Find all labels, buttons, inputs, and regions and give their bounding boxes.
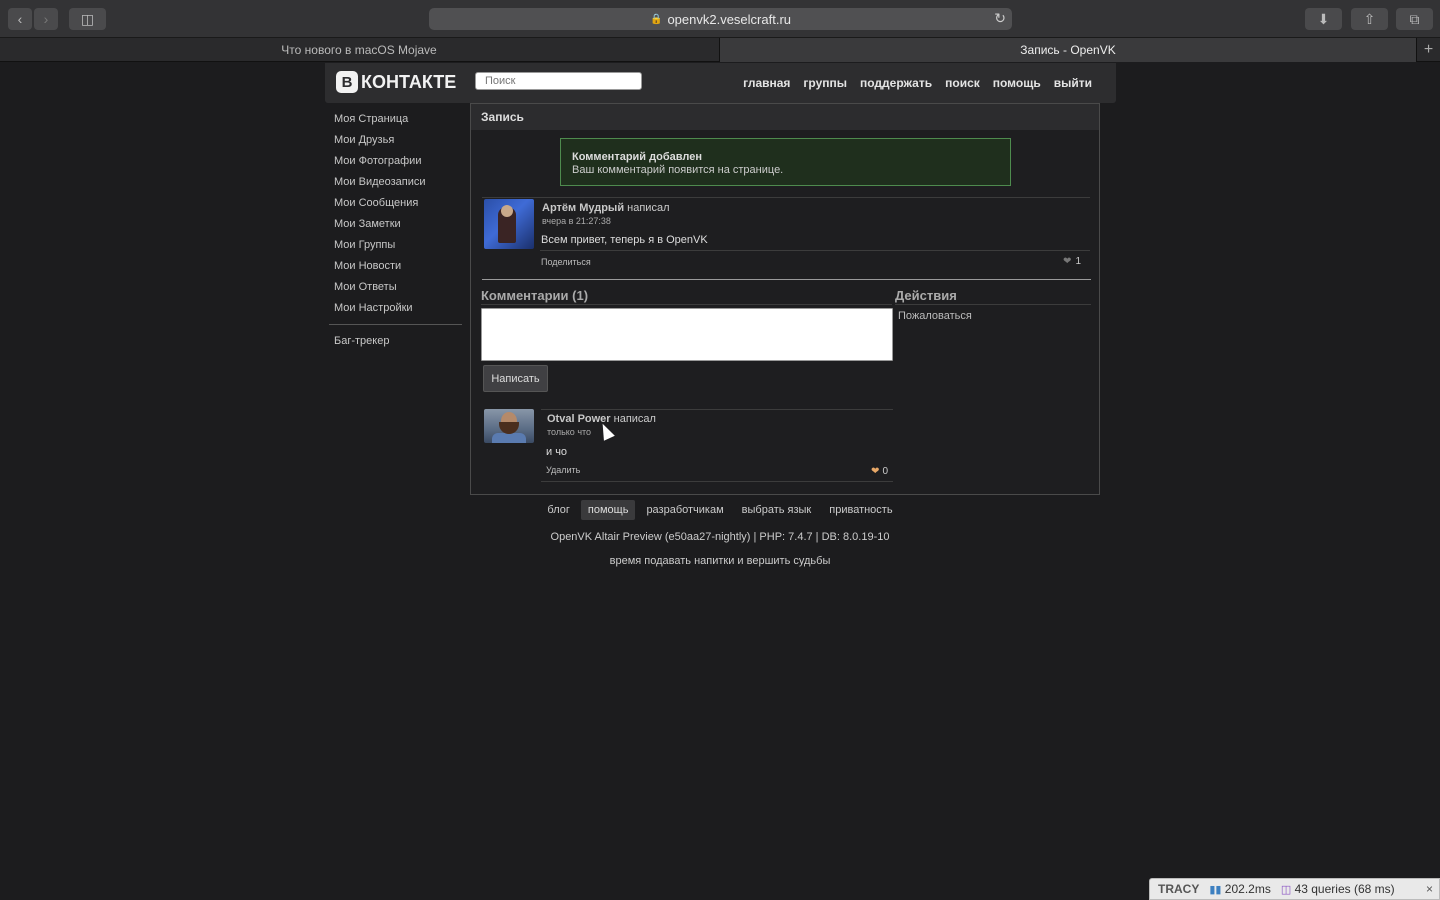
comment-textarea[interactable] — [481, 308, 893, 361]
url-text: openvk2.veselcraft.ru — [667, 11, 792, 27]
post-footer: Поделиться ❤ 1 — [540, 250, 1090, 270]
sidebar-item-settings[interactable]: Мои Настройки — [334, 300, 464, 321]
site-logo[interactable]: В КОНТАКТЕ — [336, 71, 456, 93]
reload-icon[interactable]: ↻ — [994, 10, 1006, 27]
heart-icon: ❤ — [871, 466, 880, 477]
wall-post: Артём Мудрый написал вчера в 21:27:38 Вс… — [482, 197, 1090, 269]
footer-link-privacy[interactable]: приватность — [822, 500, 899, 520]
comment-date[interactable]: только что — [547, 427, 591, 437]
sidebar-item-groups[interactable]: Мои Группы — [334, 237, 464, 258]
sidebar-item-news[interactable]: Мои Новости — [334, 258, 464, 279]
tracy-queries[interactable]: ◫ 43 queries (68 ms) — [1281, 882, 1395, 896]
footer-link-blog[interactable]: блог — [540, 500, 576, 520]
success-notice: Комментарий добавлен Ваш комментарий поя… — [560, 138, 1011, 186]
footer-link-developers[interactable]: разработчикам — [639, 500, 730, 520]
actions-heading: Действия — [895, 288, 957, 303]
page-title: Запись — [471, 104, 1099, 130]
report-link[interactable]: Пожаловаться — [898, 310, 972, 322]
lock-icon: 🔒 — [649, 13, 663, 25]
tabs-icon: ⧉ — [1409, 10, 1420, 27]
share-icon: ⇧ — [1363, 10, 1376, 27]
back-button[interactable]: ‹ — [8, 8, 32, 30]
post-date[interactable]: вчера в 21:27:38 — [542, 216, 611, 226]
nav-search[interactable]: поиск — [945, 76, 980, 90]
comment-like-count: 0 — [882, 466, 888, 477]
chart-icon: ▮▮ — [1209, 884, 1222, 896]
sidebar: Моя Страница Мои Друзья Мои Фотографии М… — [329, 111, 464, 354]
post-text: Всем привет, теперь я в OpenVK — [541, 234, 708, 246]
tab-bar: Что нового в macOS Mojave Запись - OpenV… — [0, 38, 1440, 62]
sidebar-toggle-button[interactable]: ◫ — [69, 8, 106, 30]
nav-groups[interactable]: группы — [803, 76, 847, 90]
post-like-count: 1 — [1075, 256, 1081, 267]
sidebar-item-photos[interactable]: Мои Фотографии — [334, 153, 464, 174]
comment-text: и чо — [546, 446, 568, 458]
tab-macos-mojave[interactable]: Что нового в macOS Mojave — [0, 38, 718, 62]
tracy-time[interactable]: ▮▮ 202.2ms — [1209, 882, 1270, 896]
sidebar-item-videos[interactable]: Мои Видеозаписи — [334, 174, 464, 195]
logo-text: КОНТАКТЕ — [361, 71, 457, 92]
comment-author-verb: написал — [613, 413, 656, 425]
post-like-button[interactable]: ❤ 1 — [1063, 256, 1081, 267]
footer-link-help[interactable]: помощь — [580, 500, 636, 520]
comment-like-button[interactable]: ❤ 0 — [871, 466, 888, 477]
comment-item: Otval Power написал только что и чо Удал… — [482, 409, 893, 483]
sidebar-divider — [329, 324, 462, 325]
tabs-overview-button[interactable]: ⧉ — [1396, 8, 1433, 30]
share-link[interactable]: Поделиться — [541, 257, 591, 267]
sidebar-item-my-page[interactable]: Моя Страница — [334, 111, 464, 132]
sidebar-item-friends[interactable]: Мои Друзья — [334, 132, 464, 153]
sidebar-item-answers[interactable]: Мои Ответы — [334, 279, 464, 300]
post-author-verb: написал — [627, 202, 670, 214]
sidebar-item-bugtracker[interactable]: Баг-трекер — [334, 333, 464, 354]
post-author-name[interactable]: Артём Мудрый — [542, 202, 624, 214]
new-tab-button[interactable]: + — [1416, 38, 1440, 62]
post-author-line: Артём Мудрый написал — [542, 202, 670, 214]
footer-slogan: время подавать напитки и вершить судьбы — [609, 555, 831, 567]
notice-text: Ваш комментарий появится на странице. — [572, 164, 784, 176]
top-nav: главная группы поддержать поиск помощь в… — [743, 76, 1092, 90]
footer-links: блог помощь разработчикам выбрать язык п… — [0, 500, 1440, 520]
download-icon: ⬇ — [1317, 10, 1330, 27]
chevron-left-icon: ‹ — [17, 11, 23, 27]
browser-toolbar: ‹ › ◫ 🔒 openvk2.veselcraft.ru ↻ ⬇ ⇧ ⧉ — [0, 0, 1440, 38]
logo-mark: В — [336, 71, 358, 93]
nav-logout[interactable]: выйти — [1054, 76, 1092, 90]
tracy-brand: TRACY — [1158, 882, 1200, 896]
submit-comment-button[interactable]: Написать — [483, 365, 548, 392]
share-button[interactable]: ⇧ — [1351, 8, 1388, 30]
sidebar-item-messages[interactable]: Мои Сообщения — [334, 195, 464, 216]
footer-version: OpenVK Altair Preview (e50aa27-nightly) … — [550, 531, 890, 543]
close-icon[interactable]: × — [1426, 882, 1433, 896]
delete-comment-link[interactable]: Удалить — [546, 465, 580, 475]
nav-home[interactable]: главная — [743, 76, 790, 90]
tab-openvk-post[interactable]: Запись - OpenVK — [719, 38, 1416, 62]
tracy-debug-bar[interactable]: TRACY ▮▮ 202.2ms ◫ 43 queries (68 ms) × — [1149, 878, 1440, 900]
nav-help[interactable]: помощь — [993, 76, 1041, 90]
plus-icon: + — [1423, 41, 1434, 58]
comments-heading: Комментарии (1) — [481, 288, 589, 303]
database-icon: ◫ — [1280, 884, 1292, 896]
main-panel: Запись Комментарий добавлен Ваш коммента… — [470, 103, 1100, 495]
chevron-right-icon: › — [43, 11, 49, 27]
comment-author-avatar[interactable] — [484, 409, 534, 443]
downloads-button[interactable]: ⬇ — [1305, 8, 1342, 30]
search-input[interactable] — [475, 72, 642, 90]
forward-button[interactable]: › — [34, 8, 58, 30]
sidebar-icon: ◫ — [80, 10, 95, 27]
address-bar[interactable]: 🔒 openvk2.veselcraft.ru ↻ — [429, 8, 1012, 30]
post-divider — [482, 279, 1091, 280]
notice-title: Комментарий добавлен — [572, 151, 702, 163]
post-author-avatar[interactable] — [484, 199, 534, 249]
nav-donate[interactable]: поддержать — [860, 76, 932, 90]
heart-icon: ❤ — [1063, 256, 1072, 267]
site-header: В КОНТАКТЕ главная группы поддержать пои… — [325, 63, 1116, 103]
footer-link-language[interactable]: выбрать язык — [735, 500, 819, 520]
sidebar-item-notes[interactable]: Мои Заметки — [334, 216, 464, 237]
